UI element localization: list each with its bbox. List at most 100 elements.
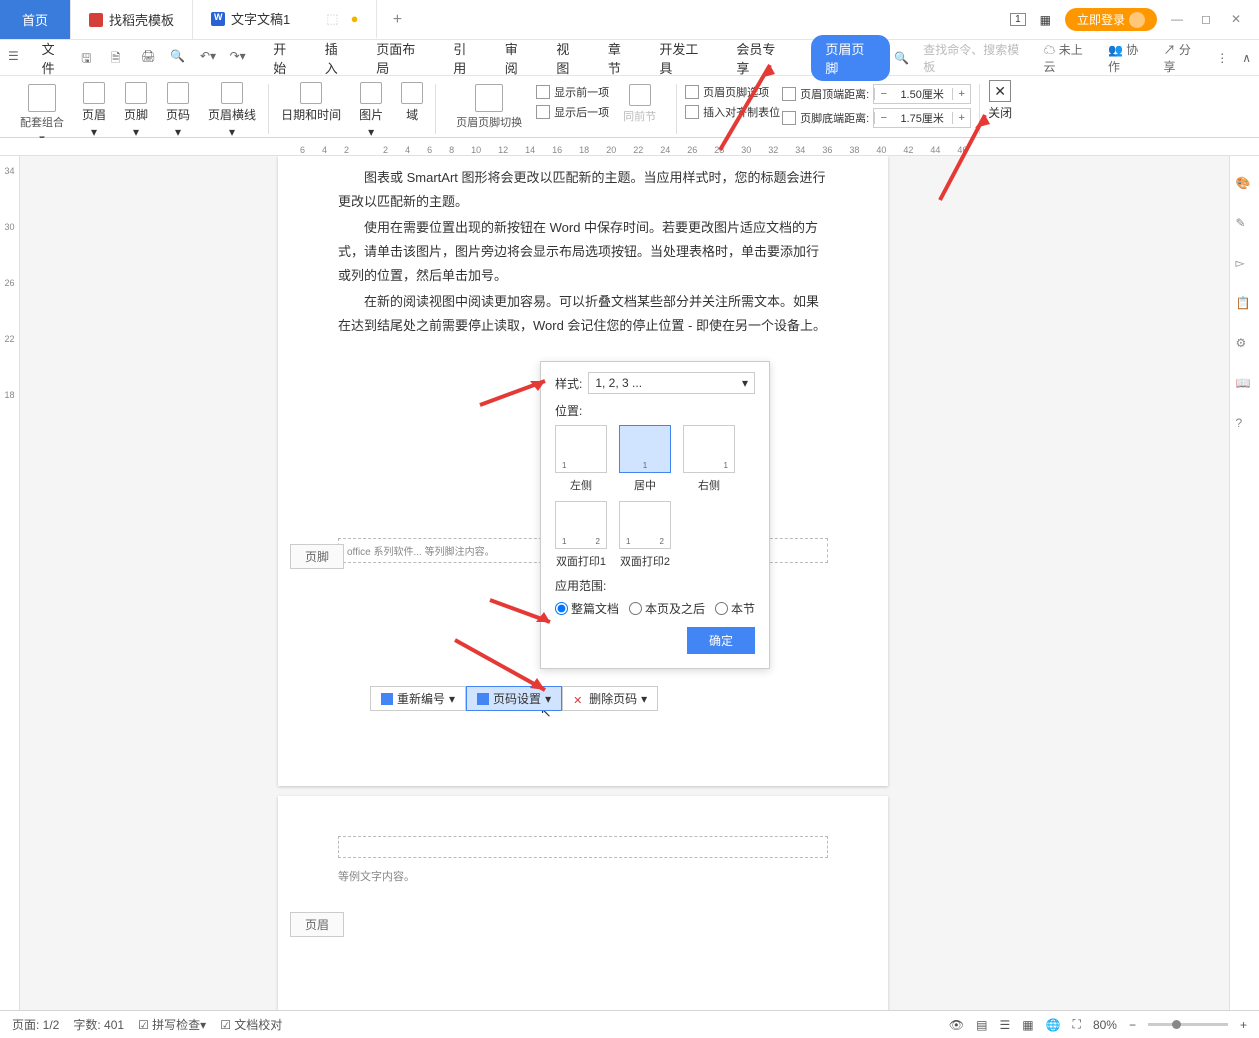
menu-tab-start[interactable]: 开始 [271,35,301,81]
more-icon[interactable]: ⋮ [1216,51,1228,65]
delete-pagenum-button[interactable]: 删除页码▾ [562,686,658,711]
bottom-dist-label: 页脚底端距离: [800,110,869,126]
save-icon[interactable]: 🖫 [81,49,101,67]
fullscreen-icon[interactable]: ⛶ [1073,1017,1081,1032]
undo-icon[interactable]: ↶▾ [200,49,220,67]
save-as-icon[interactable]: 🗎 [111,49,131,67]
word-count[interactable]: 字数: 401 [73,1016,124,1033]
zoom-in[interactable]: + [1240,1018,1247,1032]
pen-icon[interactable]: ✎ [1236,216,1254,234]
style-label: 样式: [555,375,582,392]
style-select[interactable]: 1, 2, 3 ...▾ [588,372,755,394]
paragraph: 在新的阅读视图中阅读更加容易。可以折叠文档某些部分并关注所需文本。如果在达到结尾… [338,290,828,338]
status-bar: 页面: 1/2 字数: 401 ☑ 拼写检查▾ ☑ 文档校对 👁 ▤ ☰ ▦ 🌐… [0,1010,1259,1038]
menu-tab-review[interactable]: 审阅 [503,35,533,81]
annotation-arrow [480,375,555,413]
pagenum-button[interactable]: 页码▾ [162,80,194,141]
search-placeholder[interactable]: 查找命令、搜索模板 [923,41,1029,75]
menu-tab-chapter[interactable]: 章节 [606,35,636,81]
print-preview-icon[interactable]: 🔍 [170,49,190,67]
menu-tabs: 开始 插入 页面布局 引用 审阅 视图 章节 开发工具 会员专享 页眉页脚 [271,35,890,81]
menu-tab-insert[interactable]: 插入 [323,35,353,81]
page-number-popup: 样式: 1, 2, 3 ...▾ 位置: 1左侧 1居中 1右侧 12双面打印1… [540,361,770,669]
login-button[interactable]: 立即登录 [1065,8,1157,31]
file-menu[interactable]: 文件 [42,39,68,77]
zoom-slider[interactable] [1148,1023,1228,1026]
header-area[interactable] [338,836,828,858]
paragraph: 图表或 SmartArt 图形将会更改以匹配新的主题。当应用样式时，您的标题会进… [338,166,828,214]
scope-whole[interactable]: 整篇文档 [555,600,619,617]
header-tag: 页眉 [290,912,344,937]
hamburger-icon[interactable]: ☰ [8,49,28,67]
hf-switch-button[interactable]: 页眉页脚切换 [452,82,526,132]
maximize-icon[interactable]: ◻ [1201,12,1217,28]
scope-after[interactable]: 本页及之后 [629,600,705,617]
collab-button[interactable]: 👥 协作 [1108,41,1150,75]
top-dist-label: 页眉顶端距离: [800,86,869,102]
print-icon[interactable]: 🖨 [141,49,161,67]
menu-tab-header-footer[interactable]: 页眉页脚 [811,35,890,81]
close-window-icon[interactable]: ✕ [1231,12,1247,28]
clipboard-icon[interactable]: 📋 [1236,296,1254,314]
template-icon [89,13,103,27]
pos-left[interactable]: 1左侧 [555,425,607,493]
delete-icon [573,693,585,705]
pos-duplex1[interactable]: 12双面打印1 [555,501,607,569]
show-next-button[interactable]: 显示后一项 [536,104,609,120]
select-icon[interactable]: ▻ [1236,256,1254,274]
pos-right[interactable]: 1右侧 [683,425,735,493]
zoom-out[interactable]: − [1129,1018,1136,1032]
settings-icon[interactable]: ⚙ [1236,336,1254,354]
doc-proof[interactable]: ☑ 文档校对 [220,1016,282,1033]
redo-icon[interactable]: ↷▾ [230,49,250,67]
image-button[interactable]: 图片▾ [355,80,387,141]
palette-icon[interactable]: 🎨 [1236,176,1254,194]
view-page-icon[interactable]: ▤ [976,1018,987,1032]
help-icon[interactable]: ? [1236,416,1254,434]
show-prev-button[interactable]: 显示前一项 [536,84,609,100]
window-restore-icon[interactable]: 1 [1010,13,1026,26]
search-icon[interactable]: 🔍 [894,51,909,65]
view-outline-icon[interactable]: ☰ [999,1018,1010,1032]
header-button[interactable]: 页眉▾ [78,80,110,141]
page-indicator[interactable]: 页面: 1/2 [12,1016,59,1033]
header-line-button[interactable]: 页眉横线▾ [204,80,260,141]
menu-tab-layout[interactable]: 页面布局 [374,35,429,81]
scope-section[interactable]: 本节 [715,600,755,617]
top-dist-icon [782,87,796,101]
minimize-icon[interactable]: — [1171,12,1187,28]
pos-center[interactable]: 1居中 [619,425,671,493]
ok-button[interactable]: 确定 [687,627,755,654]
pos-duplex2[interactable]: 12双面打印2 [619,501,671,569]
datetime-button[interactable]: 日期和时间 [277,80,345,141]
horizontal-ruler: 6422468101214161820222426283032343638404… [0,138,1259,156]
book-icon[interactable]: 📖 [1236,376,1254,394]
menu-tab-dev[interactable]: 开发工具 [657,35,712,81]
avatar-icon [1129,12,1145,28]
tab-template[interactable]: 找稻壳模板 [71,0,193,39]
annotation-arrow [490,600,560,633]
tab-add[interactable]: + [377,0,417,39]
share-button[interactable]: ↗ 分享 [1164,41,1203,75]
tab-home[interactable]: 首页 [0,0,71,39]
apps-icon[interactable]: ▦ [1040,13,1051,27]
renumber-button[interactable]: 重新编号▾ [370,686,466,711]
same-prev-button[interactable]: 同前节 [619,82,660,126]
view-web-icon[interactable]: ▦ [1022,1018,1033,1032]
footer-tag: 页脚 [290,544,344,569]
eye-icon[interactable]: 👁 [949,1018,964,1032]
footer-button[interactable]: 页脚▾ [120,80,152,141]
zoom-level[interactable]: 80% [1093,1018,1117,1032]
top-dist-input[interactable]: −1.50厘米+ [873,84,971,104]
menu-bar: ☰ 文件 🖫 🗎 🖨 🔍 ↶▾ ↷▾ 开始 插入 页面布局 引用 审阅 视图 章… [0,40,1259,76]
cloud-icon[interactable]: ☁ 未上云 [1043,41,1093,75]
view-read-icon[interactable]: 🌐 [1046,1018,1061,1032]
field-button[interactable]: 域 [397,80,427,141]
collapse-ribbon-icon[interactable]: ∧ [1242,51,1251,65]
menu-tab-view[interactable]: 视图 [554,35,584,81]
tab-document[interactable]: 文字文稿1⬚● [193,0,377,39]
doc-icon [211,12,225,26]
menu-tab-reference[interactable]: 引用 [451,35,481,81]
spell-check[interactable]: ☑ 拼写检查▾ [138,1016,206,1033]
renumber-icon [381,693,393,705]
